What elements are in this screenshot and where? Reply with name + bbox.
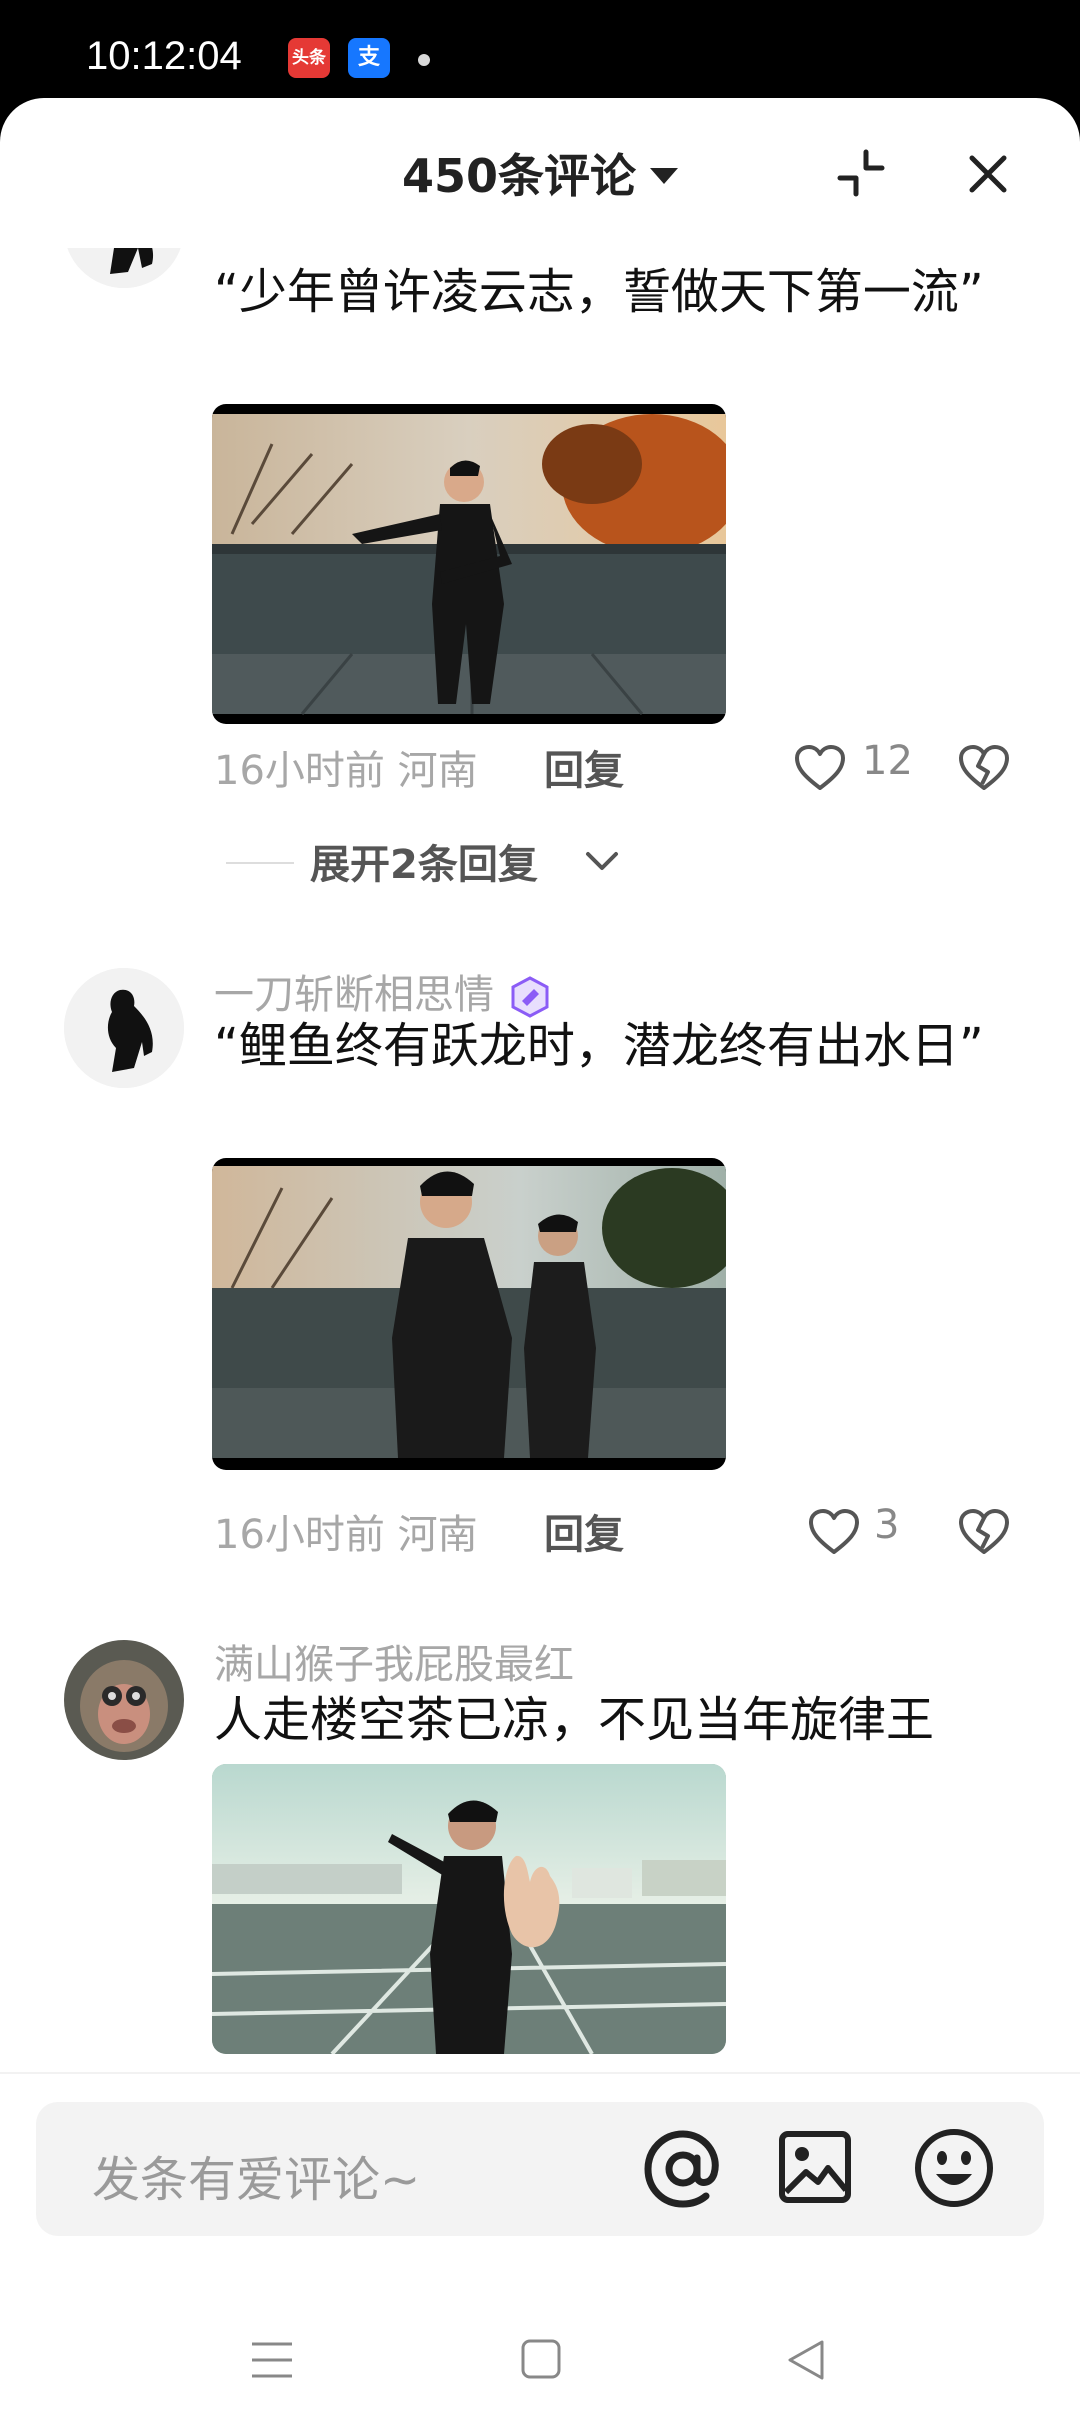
comment-time: 16小时前 — [214, 748, 385, 794]
expand-replies-button[interactable]: 展开2条回复 — [226, 832, 626, 892]
comments-sheet: 450条评论 “少年曾许凌云志，誓做天下第一流” 16小时前 河南 回复 12 … — [0, 98, 1080, 2412]
comment-image[interactable] — [212, 1158, 726, 1470]
status-bar: 10:12:04 头条 支 — [0, 0, 1080, 110]
toutiao-icon: 头条 — [288, 38, 330, 78]
avatar[interactable] — [64, 248, 184, 288]
reply-button[interactable]: 回复 — [544, 738, 624, 796]
divider-line — [226, 862, 294, 864]
menu-icon[interactable] — [250, 2340, 294, 2380]
emoji-icon[interactable] — [912, 2126, 996, 2210]
comment-meta: 16小时前 河南 回复 3 — [214, 1502, 1024, 1562]
at-icon[interactable] — [642, 2128, 724, 2210]
comment-meta: 16小时前 河南 回复 12 — [214, 738, 1024, 798]
broken-heart-icon[interactable] — [958, 744, 1010, 792]
chevron-down-icon — [586, 852, 618, 870]
input-divider — [0, 2072, 1080, 2074]
comment-input-placeholder: 发条有爱评论~ — [92, 2152, 421, 2208]
close-icon[interactable] — [966, 152, 1010, 196]
broken-heart-icon[interactable] — [958, 1508, 1010, 1556]
comments-count-title: 450条评论 — [401, 149, 637, 203]
comment-time-location: 16小时前 河南 — [214, 738, 478, 796]
avatar[interactable] — [64, 968, 184, 1088]
comment-time: 16小时前 — [214, 1512, 385, 1558]
comment-location: 河南 — [397, 1512, 478, 1558]
comments-count-dropdown[interactable]: 450条评论 — [0, 140, 1080, 206]
comment-image[interactable] — [212, 1764, 726, 2054]
caret-down-icon — [650, 167, 679, 184]
image-icon[interactable] — [776, 2128, 854, 2206]
expand-replies-label: 展开2条回复 — [310, 842, 538, 888]
comments-list[interactable]: “少年曾许凌云志，誓做天下第一流” 16小时前 河南 回复 12 展开2条回复 … — [0, 248, 1080, 2168]
alipay-icon: 支 — [348, 38, 390, 78]
home-icon[interactable] — [520, 2338, 562, 2380]
like-count: 12 — [862, 738, 913, 784]
comment-text: “少年曾许凌云志，誓做天下第一流” — [214, 264, 984, 320]
collapse-icon[interactable] — [836, 148, 886, 198]
comment-text: 人走楼空茶已凉，不见当年旋律王 — [214, 1692, 935, 1748]
avatar[interactable] — [64, 1640, 184, 1760]
system-navigation-bar — [0, 2308, 1080, 2412]
notification-dot-icon — [418, 54, 430, 66]
like-count: 3 — [874, 1502, 900, 1548]
status-time: 10:12:04 — [86, 34, 242, 78]
comment-text: “鲤鱼终有跃龙时，潜龙终有出水日” — [214, 1018, 984, 1074]
comment-input[interactable]: 发条有爱评论~ — [36, 2102, 1044, 2236]
comment-time-location: 16小时前 河南 — [214, 1502, 478, 1560]
comment-location: 河南 — [397, 748, 478, 794]
reply-button[interactable]: 回复 — [544, 1502, 624, 1560]
comment-image[interactable] — [212, 404, 726, 724]
heart-icon[interactable] — [808, 1508, 860, 1556]
back-icon[interactable] — [784, 2338, 828, 2382]
heart-icon[interactable] — [794, 744, 846, 792]
